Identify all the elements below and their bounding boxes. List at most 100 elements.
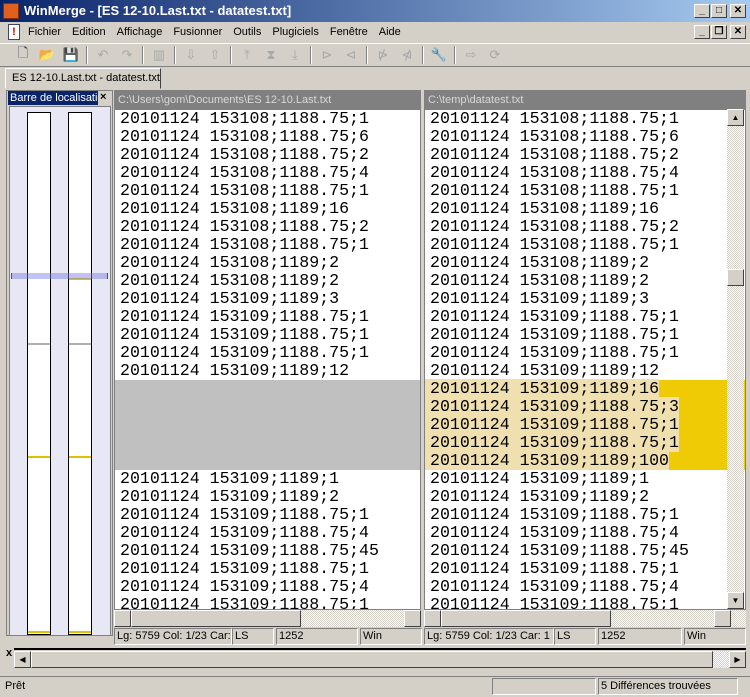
left-pane[interactable]: C:\Users\gom\Documents\ES 12-10.Last.txt… <box>114 90 421 610</box>
right-horizontal-scrollbar[interactable] <box>424 610 746 627</box>
text-line[interactable]: 20101124 153109;1188.75;1 <box>425 415 745 434</box>
undo-icon[interactable]: ↶ <box>94 46 112 64</box>
first-diff-icon[interactable]: ⤒ <box>238 46 256 64</box>
left-text[interactable]: 20101124 153108;1188.75;1 20101124 153108… <box>115 110 420 610</box>
text-line[interactable]: 20101124 153108;1188.75;1 <box>430 236 745 254</box>
location-map[interactable] <box>9 106 111 636</box>
text-line[interactable] <box>115 380 420 398</box>
menu-fusionner[interactable]: Fusionner <box>173 26 222 38</box>
text-line[interactable]: 20101124 153108;1188.75;4 <box>120 164 420 182</box>
new-icon[interactable]: 🗋 <box>14 45 32 64</box>
text-line[interactable] <box>115 416 420 434</box>
location-right-column[interactable] <box>68 112 92 635</box>
text-line[interactable] <box>115 398 420 416</box>
text-line[interactable]: 20101124 153109;1189;1 <box>120 470 420 488</box>
menu-edition[interactable]: Edition <box>72 26 106 38</box>
text-line[interactable]: 20101124 153109;1189;16 <box>425 379 745 398</box>
maximize-button[interactable]: □ <box>711 4 727 18</box>
text-line[interactable]: 20101124 153109;1188.75;4 <box>120 524 420 542</box>
close-button[interactable]: ✕ <box>730 4 746 18</box>
right-text[interactable]: 20101124 153108;1188.75;1 20101124 153108… <box>425 110 745 610</box>
text-line[interactable]: 20101124 153108;1188.75;2 <box>120 218 420 236</box>
diff-pane-close-button[interactable]: x <box>6 647 12 659</box>
text-line[interactable]: 20101124 153108;1188.75;1 <box>120 110 420 128</box>
text-line[interactable]: 20101124 153109;1188.75;1 <box>120 596 420 610</box>
text-line[interactable]: 20101124 153108;1188.75;6 <box>120 128 420 146</box>
prev-diff-icon[interactable]: ⇧ <box>206 46 224 64</box>
text-line[interactable]: 20101124 153109;1188.75;1 <box>430 596 745 610</box>
text-line[interactable]: 20101124 153108;1188.75;1 <box>120 236 420 254</box>
text-line[interactable] <box>115 452 420 470</box>
copy-left-advance-icon[interactable]: ⋪ <box>398 46 416 64</box>
location-bar-close-button[interactable]: × <box>100 91 106 103</box>
child-restore-button[interactable]: ❐ <box>711 25 727 39</box>
next-diff-icon[interactable]: ⇩ <box>182 46 200 64</box>
open-icon[interactable]: 📂 <box>38 46 56 64</box>
save-icon[interactable]: 💾 <box>62 46 80 64</box>
settings-icon[interactable]: 🔧 <box>430 46 448 64</box>
text-line[interactable]: 20101124 153109;1188.75;1 <box>120 326 420 344</box>
text-line[interactable]: 20101124 153109;1188.75;1 <box>120 344 420 362</box>
scroll-up-button[interactable]: ▲ <box>727 109 744 126</box>
text-line[interactable]: 20101124 153108;1189;2 <box>430 254 745 272</box>
text-line[interactable]: 20101124 153109;1189;2 <box>120 488 420 506</box>
copy-right-icon[interactable]: ⊳ <box>318 46 336 64</box>
scroll-left-button[interactable] <box>424 610 441 627</box>
minimize-button[interactable]: _ <box>694 4 710 18</box>
redo-icon[interactable]: ↷ <box>118 46 136 64</box>
refresh-icon[interactable]: ⟳ <box>486 46 504 64</box>
menu-fenêtre[interactable]: Fenêtre <box>330 26 368 38</box>
menu-fichier[interactable]: Fichier <box>28 26 61 38</box>
text-line[interactable]: 20101124 153109;1189;12 <box>120 362 420 380</box>
text-line[interactable]: 20101124 153108;1189;2 <box>120 254 420 272</box>
scroll-right-button[interactable] <box>404 610 421 627</box>
text-line[interactable]: 20101124 153108;1188.75;2 <box>120 146 420 164</box>
text-line[interactable]: 20101124 153108;1189;16 <box>120 200 420 218</box>
menu-aide[interactable]: Aide <box>379 26 401 38</box>
text-line[interactable]: 20101124 153109;1188.75;1 <box>430 506 745 524</box>
text-line[interactable]: 20101124 153109;1188.75;4 <box>430 524 745 542</box>
location-left-column[interactable] <box>27 112 51 635</box>
scroll-thumb[interactable] <box>441 610 611 627</box>
text-line[interactable]: 20101124 153109;1188.75;1 <box>430 344 745 362</box>
text-line[interactable]: 20101124 153109;1188.75;1 <box>120 560 420 578</box>
text-line[interactable]: 20101124 153109;1189;12 <box>430 362 745 380</box>
text-line[interactable]: 20101124 153108;1188.75;1 <box>430 182 745 200</box>
tab-document[interactable]: ES 12-10.Last.txt - datatest.txt <box>5 68 161 89</box>
text-line[interactable]: 20101124 153108;1189;2 <box>120 272 420 290</box>
copy-right-advance-icon[interactable]: ⋫ <box>374 46 392 64</box>
text-line[interactable]: 20101124 153109;1188.75;1 <box>120 506 420 524</box>
text-line[interactable]: 20101124 153108;1188.75;4 <box>430 164 745 182</box>
scroll-thumb[interactable] <box>727 269 744 286</box>
scroll-down-button[interactable]: ▼ <box>727 592 744 609</box>
last-diff-icon[interactable]: ⤓ <box>286 46 304 64</box>
text-line[interactable]: 20101124 153109;1188.75;1 <box>425 433 745 452</box>
right-vertical-scrollbar[interactable]: ▲ ▼ <box>727 109 744 609</box>
copy-left-icon[interactable]: ⊲ <box>342 46 360 64</box>
child-close-button[interactable]: ✕ <box>730 25 746 39</box>
merge-all-icon[interactable]: ⇨ <box>462 46 480 64</box>
scroll-right-button[interactable]: ▶ <box>729 651 746 668</box>
text-line[interactable]: 20101124 153109;1188.75;3 <box>425 397 745 416</box>
text-line[interactable]: 20101124 153109;1189;100 <box>425 451 745 470</box>
menu-affichage[interactable]: Affichage <box>117 26 163 38</box>
text-line[interactable]: 20101124 153108;1189;2 <box>430 272 745 290</box>
text-line[interactable]: 20101124 153109;1189;3 <box>430 290 745 308</box>
text-line[interactable]: 20101124 153108;1189;16 <box>430 200 745 218</box>
scroll-left-button[interactable] <box>114 610 131 627</box>
text-line[interactable]: 20101124 153109;1188.75;45 <box>120 542 420 560</box>
child-minimize-button[interactable]: _ <box>694 25 710 39</box>
text-line[interactable]: 20101124 153108;1188.75;2 <box>430 218 745 236</box>
viewport-indicator[interactable] <box>11 273 108 279</box>
scroll-right-button[interactable] <box>714 610 731 627</box>
text-line[interactable]: 20101124 153109;1188.75;1 <box>120 308 420 326</box>
text-line[interactable]: 20101124 153108;1188.75;1 <box>120 182 420 200</box>
text-line[interactable] <box>115 434 420 452</box>
left-horizontal-scrollbar[interactable] <box>114 610 421 627</box>
text-line[interactable]: 20101124 153109;1188.75;1 <box>430 560 745 578</box>
text-line[interactable]: 20101124 153108;1188.75;6 <box>430 128 745 146</box>
text-line[interactable]: 20101124 153109;1188.75;4 <box>120 578 420 596</box>
text-line[interactable]: 20101124 153109;1188.75;1 <box>430 308 745 326</box>
scroll-left-button[interactable]: ◀ <box>14 651 31 668</box>
right-pane[interactable]: C:\temp\datatest.txt 20101124 153108;118… <box>424 90 746 610</box>
